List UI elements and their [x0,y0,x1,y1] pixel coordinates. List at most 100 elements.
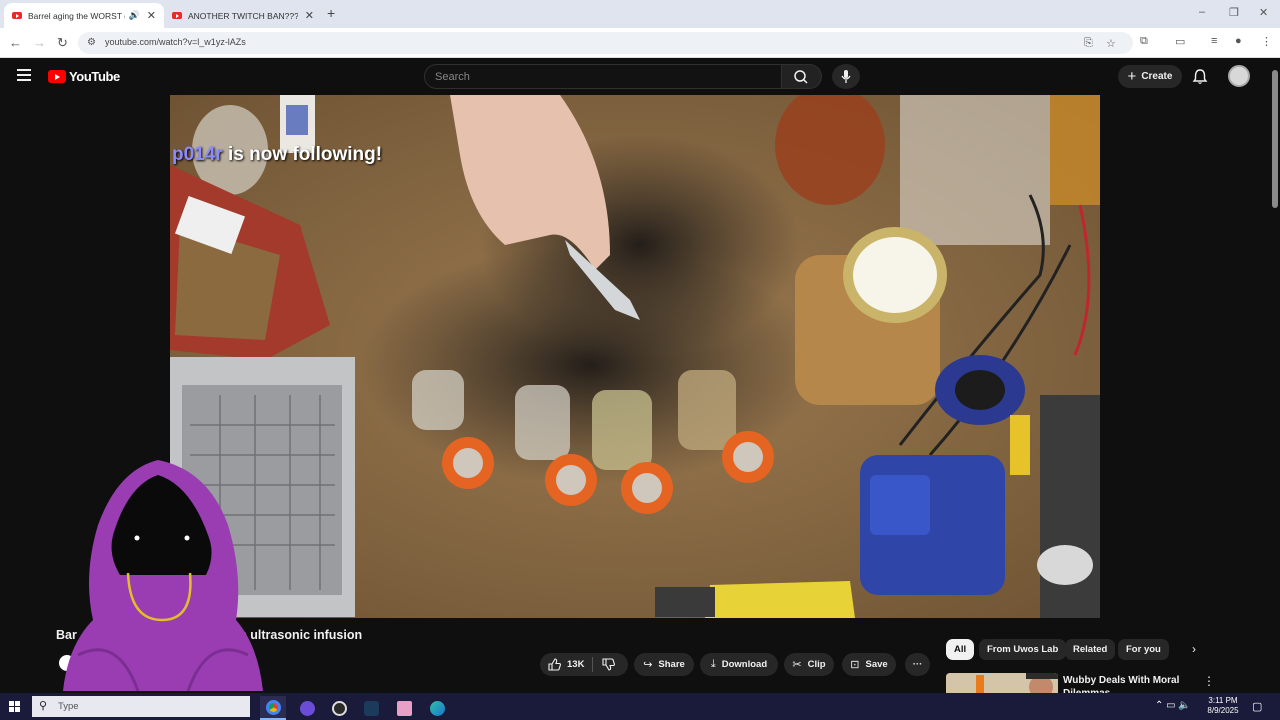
mic-icon [841,70,851,83]
video-frame [170,95,1100,618]
recommendation-thumbnail[interactable] [946,673,1058,693]
taskbar-search-box[interactable]: ⚲ Type [32,696,250,717]
obs-icon [331,700,347,716]
browser-toolbar: ← → ↻ ⚙ youtube.com/watch?v=l_w1yz-lAZs … [0,28,1280,58]
chrome-icon [265,699,281,715]
minimize-button[interactable]: – [1199,6,1205,18]
media-control-icon[interactable]: ≡ [1211,35,1217,47]
taskbar-search-placeholder: Type [58,701,79,712]
edge-icon [429,700,445,716]
youtube-favicon-icon [12,12,22,19]
tab-active[interactable]: Barrel aging the WORST dr 🔊 ✕ [4,3,164,28]
more-icon: ··· [912,659,923,670]
youtube-logo[interactable]: YouTube [48,69,120,84]
like-count[interactable]: 13K [567,659,584,670]
edge-taskbar-icon[interactable] [424,696,450,720]
speaker-icon[interactable]: 🔊 [129,10,140,21]
clock-time: 3:11 PM [1208,696,1238,705]
save-button[interactable]: ⊡ Save [842,653,896,676]
follow-alert-overlay: p014r is now following! [172,144,382,166]
notification-icon[interactable]: ▢ [1252,700,1262,713]
like-separator [592,657,593,672]
download-label: Download [721,659,768,670]
download-icon: ⤓ [710,658,716,670]
restore-button[interactable]: ❐ [1229,6,1239,19]
pink-app-taskbar-icon[interactable] [391,696,417,720]
chrome-menu-icon[interactable]: ⋮ [1261,35,1272,48]
youtube-wordmark: YouTube [69,69,120,84]
follow-message: is now following! [222,144,383,165]
search-input[interactable] [425,65,781,88]
close-tab-icon[interactable]: ✕ [147,9,156,22]
follower-username: p014r [172,144,223,165]
steam-icon [363,700,379,716]
youtube-play-icon [48,70,66,83]
back-button[interactable]: ← [9,35,22,50]
search-button[interactable] [782,64,822,89]
share-label: Share [658,659,685,670]
create-label: Create [1141,71,1173,82]
extensions-icon[interactable]: ⧉ [1140,35,1148,48]
close-tab-icon[interactable]: ✕ [305,9,314,22]
tab-inactive[interactable]: ANOTHER TWITCH BAN??? - Yo ✕ [164,3,322,28]
chip-related[interactable]: Related [1065,639,1116,660]
thumbs-down-icon[interactable] [602,658,615,671]
video-player[interactable] [170,95,1100,618]
chip-from-uwos-lab[interactable]: From Uwos Lab [979,639,1067,660]
more-actions-button[interactable]: ··· [905,653,930,676]
scissors-icon: ✂ [792,659,802,671]
tab-title: ANOTHER TWITCH BAN??? - Yo [188,10,298,21]
taskbar-clock[interactable]: 3:11 PM 8/9/2025 [1205,696,1241,716]
youtube-favicon-icon [172,12,182,19]
clip-button[interactable]: ✂ Clip [784,653,834,676]
scrollbar-thumb[interactable] [1272,70,1278,208]
clock-date: 8/9/2025 [1207,706,1239,715]
profile-icon[interactable]: ● [1235,35,1242,47]
chevron-right-icon[interactable]: › [1192,642,1196,656]
new-tab-button[interactable]: + [327,5,335,21]
search-icon [794,70,808,84]
create-button[interactable]: + Create [1118,65,1182,88]
streaming-app-taskbar-icon[interactable] [294,696,320,720]
install-app-icon[interactable]: ⎘ [1084,37,1093,50]
search-box[interactable] [424,64,782,89]
close-window-button[interactable]: ✕ [1259,6,1268,19]
chip-all[interactable]: All [946,639,975,660]
steam-taskbar-icon[interactable] [358,696,384,720]
windows-start-icon[interactable] [9,701,20,712]
clip-label: Clip [807,659,826,670]
bookmark-icon: ⊡ [850,659,860,671]
forward-button[interactable]: → [33,35,46,50]
guide-menu-icon[interactable] [17,69,31,81]
tab-title: Barrel aging the WORST dr [28,10,125,21]
search-icon: ⚲ [39,700,48,712]
app-icon [396,700,412,716]
windows-taskbar: ⚲ Type [0,693,1280,720]
download-button[interactable]: ⤓ Download [700,653,778,676]
thumbnail-image [946,673,1058,693]
system-tray-icons[interactable]: ⌃ ▭ 🔈 [1155,700,1191,711]
bell-icon[interactable] [1192,68,1208,85]
chip-for-you[interactable]: For you [1118,639,1169,660]
voice-search-button[interactable] [832,64,860,89]
share-icon: ↪ [643,659,653,671]
bookmark-star-icon[interactable]: ☆ [1106,37,1116,50]
hooded-mascot-overlay [63,460,263,691]
recommendation-title[interactable]: Wubby Deals With Moral Dilemmas [1063,674,1183,693]
share-button[interactable]: ↪ Share [634,653,694,676]
chrome-taskbar-icon[interactable] [260,696,286,720]
account-avatar[interactable] [1228,65,1250,87]
url-text: youtube.com/watch?v=l_w1yz-lAZs [105,37,246,47]
obs-taskbar-icon[interactable] [326,696,352,720]
site-info-icon[interactable]: ⚙ [87,37,96,48]
youtube-header: YouTube + Create [0,58,1270,95]
browser-tab-strip: Barrel aging the WORST dr 🔊 ✕ ANOTHER TW… [0,0,1280,28]
plus-icon: + [1127,68,1137,85]
more-vert-icon[interactable]: ⋮ [1203,674,1215,688]
split-view-icon[interactable]: ▭ [1175,35,1185,48]
reload-button[interactable]: ↻ [57,35,68,51]
save-label: Save [865,659,888,670]
thumbs-up-icon[interactable] [548,658,561,671]
app-icon [299,700,315,716]
address-bar[interactable]: ⚙ youtube.com/watch?v=l_w1yz-lAZs ⎘ ☆ [78,32,1133,54]
